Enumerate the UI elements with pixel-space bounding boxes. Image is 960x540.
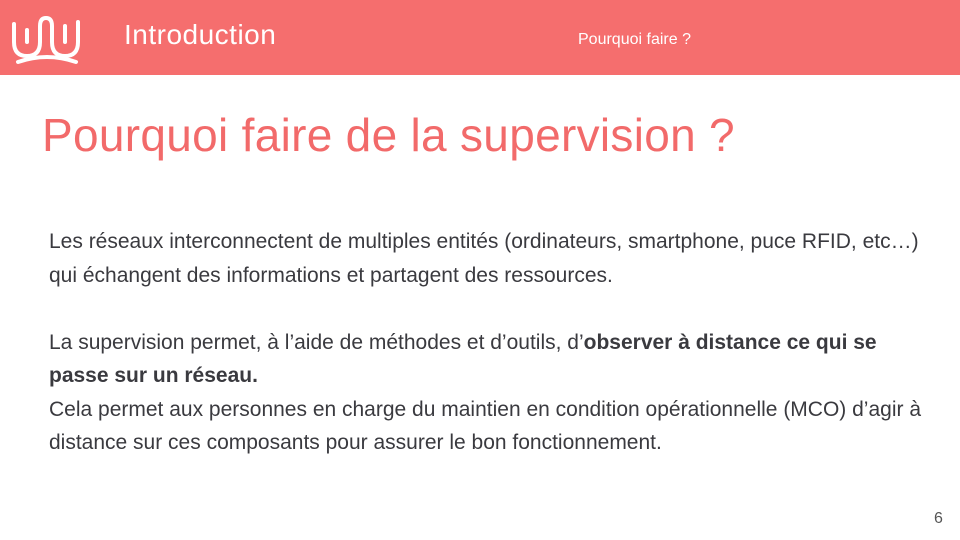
paragraph-supervision-text: La supervision permet, à l’aide de métho… [49,330,584,354]
slide-header: Introduction Pourquoi faire ? [0,0,960,75]
paragraph-mco: Cela permet aux personnes en charge du m… [49,397,922,455]
page-number: 6 [934,510,943,527]
page-title: Pourquoi faire de la supervision ? [42,109,735,161]
section-subtitle: Pourquoi faire ? [578,31,691,48]
paragraph-supervision: La supervision permet, à l’aide de métho… [49,326,929,393]
paragraph-networks: Les réseaux interconnectent de multiples… [49,230,919,287]
wave-logo-icon [12,16,80,64]
slide-body: Les réseaux interconnectent de multiples… [49,225,929,460]
section-title: Introduction [124,19,277,50]
